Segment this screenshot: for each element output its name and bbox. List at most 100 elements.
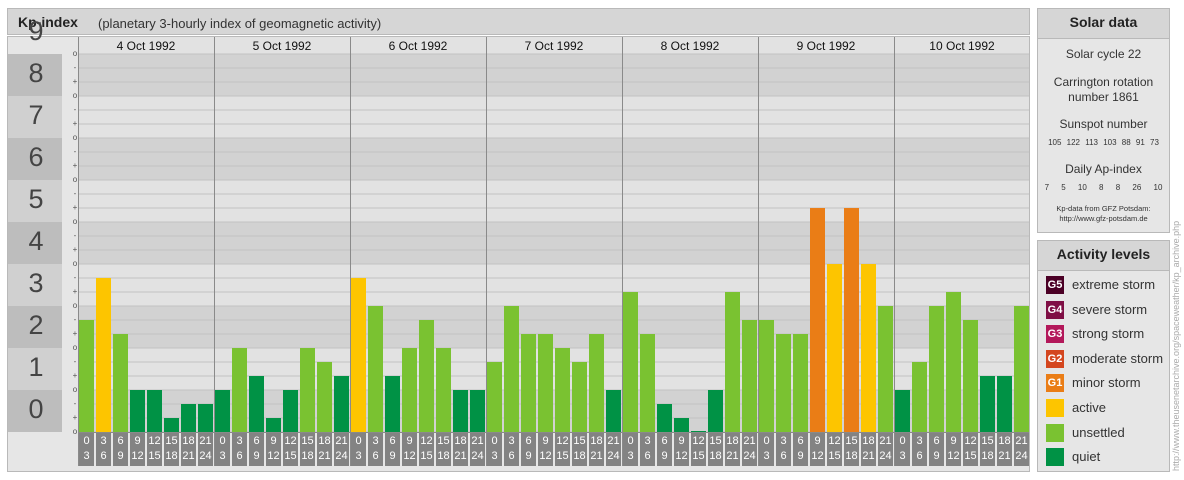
hour-label: 03 (895, 433, 910, 466)
legend-swatch (1046, 399, 1064, 417)
kp-subtick: - (73, 105, 77, 114)
hour-label: 18 21 (589, 433, 604, 466)
hour-label: 12 15 (827, 433, 842, 466)
legend-swatch (1046, 448, 1064, 467)
kp-bar (640, 334, 655, 432)
hour-label: 03 (759, 433, 774, 466)
hour-label: 15 18 (436, 433, 451, 466)
kp-bar (368, 306, 383, 432)
hour-label: 69 (793, 433, 808, 466)
legend-header: Activity levels (1038, 241, 1169, 271)
kp-bar (249, 376, 264, 432)
kp-bar (538, 334, 553, 432)
hour-label: 12 15 (147, 433, 162, 466)
kp-bar (130, 390, 145, 432)
kp-bar (725, 292, 740, 432)
kp-bar (929, 306, 944, 432)
legend-swatch (1046, 423, 1064, 442)
chart-subtitle: (planetary 3-hourly index of geomagnetic… (98, 16, 382, 31)
kp-bar (351, 277, 366, 432)
kp-bar (164, 418, 179, 432)
kp-subtick: - (73, 231, 77, 240)
kp-subtick: - (73, 147, 77, 156)
activity-levels-panel: Activity levels G5 extreme storm G4 severe … (1037, 240, 1170, 472)
kp-bar (708, 390, 723, 432)
kp-subtick: o (72, 133, 78, 142)
kp-bar (147, 390, 162, 432)
hour-label: 03 (79, 433, 94, 466)
kp-subtick: - (73, 315, 77, 324)
hour-label: 9 12 (810, 433, 825, 466)
hour-label: 69 (657, 433, 672, 466)
kp-level-label: 9 (28, 16, 44, 46)
legend-label: extreme storm (1072, 277, 1156, 292)
day-label: 6 Oct 1992 (388, 39, 448, 53)
hour-label: 15 18 (844, 433, 859, 466)
kp-subtick: - (73, 189, 77, 198)
hour-label: 69 (521, 433, 536, 466)
kp-subtick: o (72, 259, 78, 268)
hour-label: 36 (504, 433, 519, 466)
hour-label: 69 (113, 433, 128, 466)
hour-label: 15 18 (572, 433, 587, 466)
kp-bar (504, 306, 519, 432)
hour-label: 69 (929, 433, 944, 466)
hour-label: 12 15 (555, 433, 570, 466)
kp-bar (657, 403, 672, 432)
kp-band (78, 138, 1029, 180)
kp-subtick: o (72, 301, 78, 310)
kp-level-label: 5 (28, 184, 44, 214)
kp-bar (997, 376, 1012, 432)
hour-label: 9 12 (266, 433, 281, 466)
kp-bar (674, 418, 689, 432)
kp-bar (181, 403, 196, 432)
hour-label: 18 21 (725, 433, 740, 466)
kp-bar (487, 361, 502, 432)
legend-label: severe storm (1072, 301, 1148, 317)
hour-label: 9 12 (130, 433, 145, 466)
hour-label: 21 24 (334, 433, 349, 466)
kp-subtick: - (73, 273, 77, 282)
kp-subtick: + (72, 413, 78, 422)
ap-values: 7 5 10 8 8 26 10 (1044, 183, 1163, 192)
kp-subtick: + (72, 203, 78, 212)
hour-label: 18 21 (861, 433, 876, 466)
kp-bar (198, 403, 213, 432)
kp-bar (623, 292, 638, 432)
hour-label: 69 (249, 433, 264, 466)
day-label: 7 Oct 1992 (524, 39, 584, 53)
hour-label: 36 (640, 433, 655, 466)
kp-subtick: - (73, 63, 77, 72)
kp-bar (589, 334, 604, 432)
hour-label: 36 (912, 433, 927, 466)
legend-title: Activity levels (1056, 246, 1151, 262)
day-label: 9 Oct 1992 (796, 39, 856, 53)
kp-subtick: + (72, 245, 78, 254)
kp-subtick: + (72, 77, 78, 86)
solar-title: Solar data (1069, 14, 1138, 30)
kp-bar (895, 390, 910, 432)
kp-bar (980, 376, 995, 432)
kp-subtick: + (72, 287, 78, 296)
kp-bar (878, 306, 893, 432)
hour-label: 21 24 (878, 433, 893, 466)
data-source: Kp-data from GFZ Potsdam: http://www.gfz… (1056, 204, 1151, 223)
kp-level-label: 7 (28, 100, 44, 130)
legend-label: minor storm (1072, 375, 1141, 391)
kp-bar (861, 264, 876, 432)
kp-bar (963, 319, 978, 432)
kp-bar (912, 361, 927, 432)
day-label: 8 Oct 1992 (660, 39, 720, 53)
hour-label: 36 (368, 433, 383, 466)
legend-swatch: G3 (1046, 325, 1064, 344)
sunspot-title: Sunspot number (1059, 117, 1148, 131)
kp-bar (793, 334, 808, 432)
kp-bar (572, 361, 587, 432)
kp-bar (385, 376, 400, 432)
solar-data-panel: Solar data Solar cycle 22 Carrington rot… (1037, 8, 1170, 233)
kp-level-label: 4 (28, 226, 44, 256)
kp-bar (419, 319, 434, 432)
kp-bar (1014, 306, 1029, 432)
day-label: 10 Oct 1992 (929, 39, 995, 53)
legend-label: active (1072, 400, 1106, 415)
